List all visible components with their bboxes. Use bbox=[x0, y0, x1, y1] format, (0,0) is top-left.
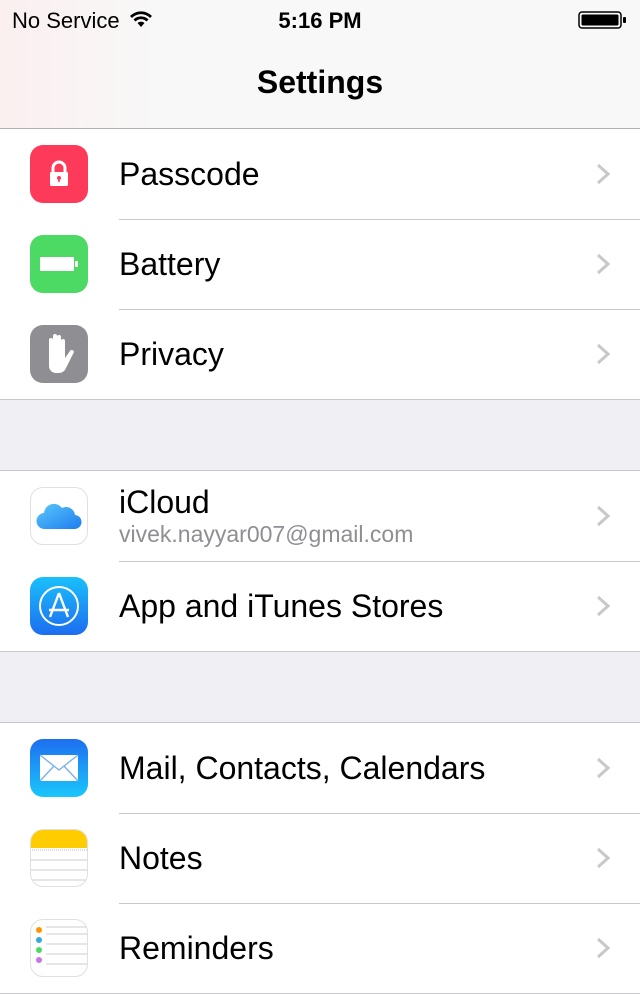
mail-icon bbox=[30, 739, 88, 797]
notes-icon bbox=[30, 829, 88, 887]
settings-list: Passcode Battery Privacy iCloud vivek.na… bbox=[0, 129, 640, 994]
chevron-right-icon bbox=[596, 757, 610, 779]
battery-full-icon bbox=[578, 10, 628, 36]
settings-row-privacy[interactable]: Privacy bbox=[0, 309, 640, 399]
row-label: Privacy bbox=[119, 336, 224, 372]
row-label: Passcode bbox=[119, 156, 260, 192]
row-label: Notes bbox=[119, 840, 203, 876]
icloud-account-email: vivek.nayyar007@gmail.com bbox=[119, 521, 414, 547]
clock: 5:16 PM bbox=[278, 8, 362, 33]
chevron-right-icon bbox=[596, 505, 610, 527]
section-spacer bbox=[0, 652, 640, 722]
settings-row-reminders[interactable]: Reminders bbox=[0, 903, 640, 993]
chevron-right-icon bbox=[596, 595, 610, 617]
lock-icon bbox=[30, 145, 88, 203]
row-label: Reminders bbox=[119, 930, 274, 966]
settings-row-battery[interactable]: Battery bbox=[0, 219, 640, 309]
chevron-right-icon bbox=[596, 847, 610, 869]
row-label: iCloud bbox=[119, 484, 210, 520]
settings-row-mail-contacts-calendars[interactable]: Mail, Contacts, Calendars bbox=[0, 723, 640, 813]
settings-row-app-itunes-stores[interactable]: App and iTunes Stores bbox=[0, 561, 640, 651]
battery-icon bbox=[30, 235, 88, 293]
row-label: App and iTunes Stores bbox=[119, 588, 444, 624]
chevron-right-icon bbox=[596, 937, 610, 959]
settings-row-passcode[interactable]: Passcode bbox=[0, 129, 640, 219]
chevron-right-icon bbox=[596, 343, 610, 365]
section-spacer bbox=[0, 400, 640, 470]
chevron-right-icon bbox=[596, 163, 610, 185]
settings-group-accounts: iCloud vivek.nayyar007@gmail.com App and… bbox=[0, 470, 640, 652]
row-label: Battery bbox=[119, 246, 221, 282]
hand-icon bbox=[30, 325, 88, 383]
settings-row-icloud[interactable]: iCloud vivek.nayyar007@gmail.com bbox=[0, 471, 640, 561]
reminders-icon bbox=[30, 919, 88, 977]
settings-group-apps: Mail, Contacts, Calendars Notes Reminder… bbox=[0, 722, 640, 994]
settings-row-notes[interactable]: Notes bbox=[0, 813, 640, 903]
chevron-right-icon bbox=[596, 253, 610, 275]
icloud-icon bbox=[30, 487, 88, 545]
status-bar: No Service 5:16 PM bbox=[0, 0, 640, 40]
row-label: Mail, Contacts, Calendars bbox=[119, 750, 486, 786]
app-store-icon bbox=[30, 577, 88, 635]
page-title: Settings bbox=[256, 64, 384, 100]
settings-group-security: Passcode Battery Privacy bbox=[0, 129, 640, 400]
